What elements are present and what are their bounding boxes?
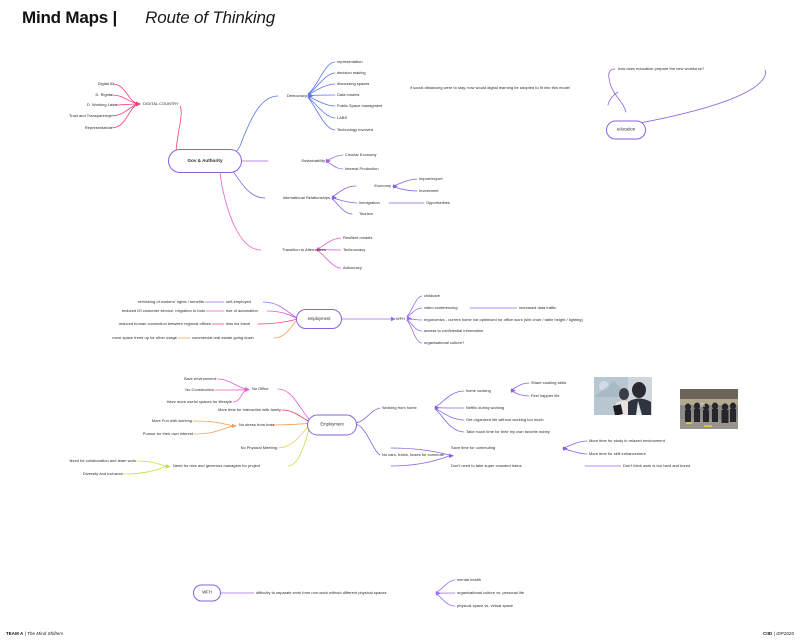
node-technocracy: Technocracy — [343, 247, 366, 253]
footer-team: TEAM A — [6, 631, 24, 636]
node-internal-production: Internal Production — [345, 166, 379, 172]
photo-office-meeting — [594, 377, 652, 415]
node-video-conferencing: video conferencing — [424, 305, 458, 311]
node-labs: LABS — [337, 115, 348, 121]
node-digital-id: Digital ID — [97, 81, 114, 87]
node-save-time-commuting: Save time for commuting — [451, 445, 496, 451]
footer-right: CIID | IDP2020 — [763, 631, 794, 636]
node-favorite-hobby: Take much time for their my own favorite… — [466, 429, 550, 435]
node-gov-authority[interactable]: Gov & Authority — [168, 149, 242, 173]
node-increased-data-traffic: increased data traffic — [519, 305, 557, 311]
node-get-organized-life: Get organized life without working too m… — [466, 417, 544, 423]
node-democracy: Democracy — [286, 93, 307, 99]
node-resilient-models: Resilient models — [343, 235, 373, 241]
node-difficulty-separate-work: difficulty to separate work from non-wor… — [256, 590, 387, 596]
node-org-culture-personal: organisational culture vs. personal life — [457, 590, 525, 596]
node-employment-low[interactable]: Employment — [307, 414, 357, 436]
edges-sustainability — [229, 154, 344, 170]
node-reduced-f2f: reduced f2f customer service, migration … — [121, 308, 205, 314]
node-useful-spaces-lifestyle: Have more useful spaces for lifestyle — [166, 399, 232, 405]
node-data-models: Data models — [337, 92, 360, 98]
node-trust-transparency: Trust and Transparency — [68, 113, 111, 119]
node-home-cooking: home cooking — [466, 388, 491, 394]
node-education[interactable]: education — [606, 120, 646, 140]
node-technology-involved: Technology involved — [337, 127, 373, 133]
node-pursue-own-interest: Pursue for their own interest — [142, 431, 193, 437]
node-decision-making: decision making — [337, 70, 366, 76]
footer-org: CIID — [763, 631, 773, 636]
node-need-managers: Need for nice and generous managers for … — [173, 463, 261, 469]
edges-international — [221, 162, 425, 215]
footer-left: TEAM A | The Mind Shifters — [6, 631, 63, 636]
node-circular-economy: Circular Economy — [345, 152, 377, 158]
node-more-time-skill: More time for skill enhancement — [589, 451, 646, 457]
node-organisational-culture: organisational culture? — [424, 340, 465, 346]
node-no-commute: No cars, trains, buses for commute — [382, 452, 445, 458]
node-wfh-mid: WFH — [395, 316, 405, 322]
node-more-fun-working: More Fun with working — [151, 418, 192, 424]
page-subtitle: Route of Thinking — [145, 8, 275, 27]
photo-crowded-commuters — [680, 389, 738, 429]
node-economy: Economy — [374, 183, 391, 189]
node-ergonomics: ergonomics - current home not optimised … — [424, 317, 583, 323]
node-sustainability: Sustainability — [301, 158, 325, 164]
node-investment: Investment — [419, 188, 439, 194]
node-digital-country: DIGITAL COUNTRY — [143, 101, 179, 107]
node-rethinking-rights: rethinking of workers' rights / benefits — [137, 299, 204, 305]
footer-team-name: The Mind Shifters — [27, 631, 64, 636]
node-childcare: childcare — [424, 293, 441, 299]
node-work-not-too-hard: Don't think work is too hard and bored — [623, 463, 691, 469]
edges-democracy — [221, 61, 336, 161]
edges-education — [607, 68, 766, 124]
node-more-time-study: More time for study in relaxed environme… — [589, 438, 665, 444]
node-transition-to-alternatives: Transition to Alternatives — [282, 247, 326, 253]
edges-transition — [219, 165, 342, 269]
node-more-space-freed: more space freed up for other usage — [112, 335, 177, 341]
node-share-cooking-skills: Share cooking skills — [531, 380, 567, 386]
node-mental-health: mental health — [457, 577, 482, 583]
node-no-construction: No Construction — [185, 387, 214, 393]
node-no-crowded-trains: Don't need to take super crowded trains — [451, 463, 522, 469]
node-physical-virtual-space: physical space vs. virtual space — [457, 603, 514, 609]
node-representation: representation — [337, 59, 363, 65]
node-self-employed: self-employed — [226, 299, 251, 305]
node-employment-mid[interactable]: employment — [296, 309, 342, 329]
node-save-environment: Save environment — [183, 376, 216, 382]
node-feel-happier-life: Feel happier life — [531, 393, 560, 399]
node-immigration: Immigration — [359, 200, 380, 206]
node-netflix-during-working: Netflix during working — [466, 405, 505, 411]
node-discussing-spaces: discussing spaces — [337, 81, 370, 87]
edges-digital-country — [109, 83, 182, 153]
node-no-stress-from-boss: No stress from boss — [239, 422, 275, 428]
node-opportunities: Opportunities — [426, 200, 450, 206]
node-more-time-family: More time for interaction with family — [217, 407, 281, 413]
note-education-workforce: how does education prepare the new workf… — [618, 66, 705, 72]
node-diversity-inclusion: Diversity and Inclusion — [82, 471, 123, 477]
node-d-rights: D. Rights — [95, 92, 112, 98]
node-international-relationships: International Relationships — [282, 195, 330, 201]
node-reduced-human-connection: reduced human connection between regiona… — [118, 321, 211, 327]
node-public-space-managment: Public Space managment — [337, 103, 383, 109]
node-commercial-real-estate: commercial real estate going down — [192, 335, 254, 341]
node-rise-of-automation: rise of automation — [226, 308, 258, 314]
node-need-collaboration: Need for collaboration and team work — [69, 458, 136, 464]
node-less-biz-travel: less biz travel — [226, 321, 251, 327]
page-title: Mind Maps | — [22, 8, 118, 27]
footer-course: IDP2020 — [776, 631, 794, 636]
note-social-distancing: if social distancing were to stay, how w… — [410, 85, 570, 91]
node-tourism: Tourism — [359, 211, 373, 217]
node-no-physical-meeting: No Physical Meeting — [240, 445, 277, 451]
node-representation-dc: Representation — [84, 125, 112, 131]
node-adhocracy: Adhocracy — [343, 265, 362, 271]
node-wfh-bottom[interactable]: WFH — [193, 584, 221, 602]
node-import-export: Import/export — [419, 176, 443, 182]
node-no-office: No Office — [252, 386, 269, 392]
node-working-from-home: Working from home — [382, 405, 417, 411]
node-d-working-laws: D. Working Laws — [86, 102, 117, 108]
node-access-confidential: access to confidential information — [424, 328, 484, 334]
page-header: Mind Maps | Route of Thinking — [22, 8, 275, 28]
